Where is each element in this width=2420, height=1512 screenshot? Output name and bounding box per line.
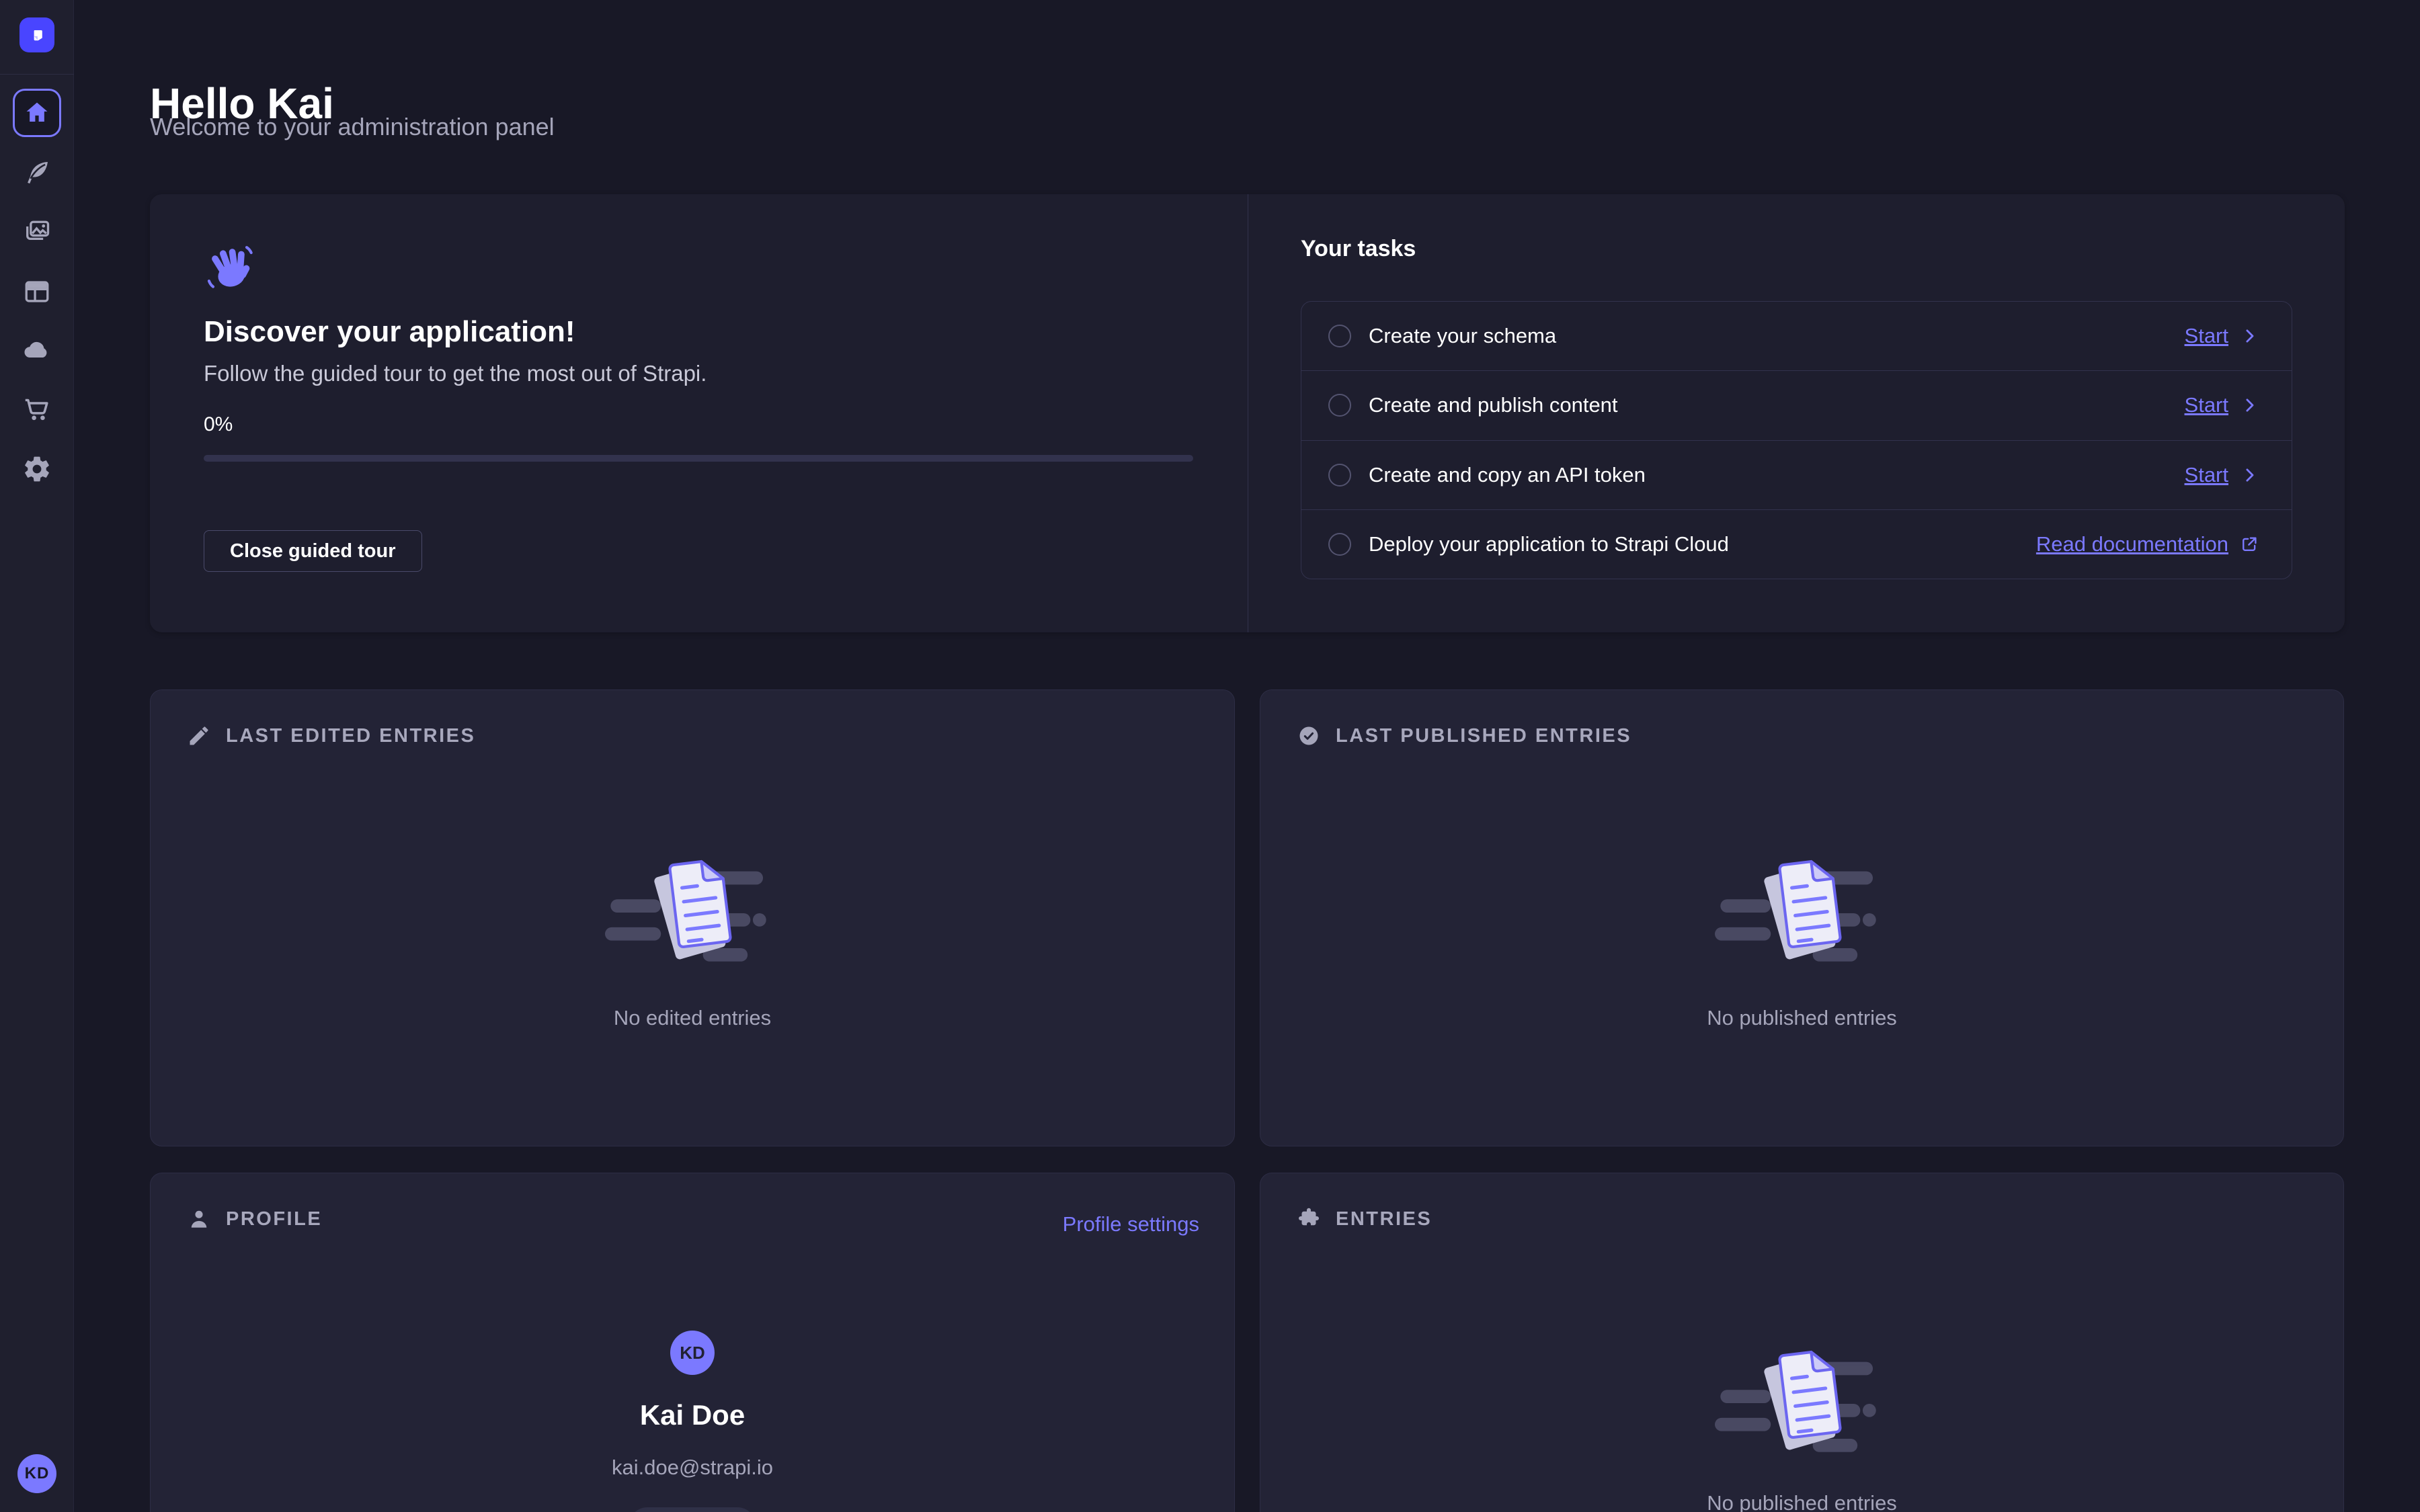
home-icon <box>23 99 51 127</box>
task-start-link[interactable]: Start <box>2185 463 2259 487</box>
profile-avatar: KD <box>670 1331 715 1375</box>
feather-icon <box>22 158 52 187</box>
empty-state-label: No published entries <box>1260 1491 2343 1512</box>
task-read-documentation-link[interactable]: Read documentation <box>2036 532 2259 556</box>
widget-title: LAST EDITED ENTRIES <box>226 725 475 747</box>
task-label: Deploy your application to Strapi Cloud <box>1369 532 2036 556</box>
guided-tour-subtitle: Follow the guided tour to get the most o… <box>204 361 707 386</box>
profile-role-badge <box>629 1507 756 1512</box>
check-circle-icon <box>1297 724 1321 748</box>
sidebar-item-cloud[interactable] <box>22 335 52 365</box>
widget-header: LAST EDITED ENTRIES <box>187 724 475 748</box>
task-action-label: Start <box>2185 463 2228 487</box>
user-avatar[interactable]: KD <box>17 1454 56 1493</box>
waving-hand-icon <box>204 241 256 294</box>
chevron-right-icon <box>2239 395 2259 415</box>
task-row-create-schema: Create your schema Start <box>1301 302 2292 370</box>
profile-settings-link[interactable]: Profile settings <box>1063 1212 1199 1236</box>
sidebar-item-media-library[interactable] <box>22 216 52 246</box>
cloud-icon <box>22 335 52 365</box>
external-link-icon <box>2239 534 2259 554</box>
task-row-publish-content: Create and publish content Start <box>1301 370 2292 439</box>
widget-title: ENTRIES <box>1336 1208 1432 1230</box>
task-row-api-token: Create and copy an API token Start <box>1301 440 2292 509</box>
empty-documents-illustration <box>1715 1337 1890 1470</box>
close-guided-tour-button[interactable]: Close guided tour <box>204 530 422 572</box>
task-row-deploy-cloud: Deploy your application to Strapi Cloud … <box>1301 509 2292 579</box>
images-icon <box>22 216 52 246</box>
profile-name: Kai Doe <box>151 1399 1234 1431</box>
empty-documents-illustration <box>605 846 780 979</box>
task-start-link[interactable]: Start <box>2185 324 2259 348</box>
task-status-circle <box>1328 394 1351 417</box>
page-subtitle: Welcome to your administration panel <box>150 113 555 141</box>
layout-icon <box>22 277 52 306</box>
task-action-label: Start <box>2185 393 2228 417</box>
sidebar-item-marketplace[interactable] <box>22 394 52 424</box>
guided-tour-progress-bar <box>204 455 1193 462</box>
widget-title: LAST PUBLISHED ENTRIES <box>1336 725 1631 747</box>
chevron-right-icon <box>2239 326 2259 346</box>
strapi-logo-icon <box>26 24 48 46</box>
cart-icon <box>22 394 52 424</box>
guided-tour-progress-label: 0% <box>204 413 233 436</box>
person-icon <box>187 1207 211 1231</box>
empty-state-label: No published entries <box>1260 1006 2343 1030</box>
empty-documents-illustration <box>1715 846 1890 979</box>
task-label: Create your schema <box>1369 324 2185 348</box>
tasks-title: Your tasks <box>1301 236 1416 262</box>
pencil-icon <box>187 724 211 748</box>
main-navigation-sidebar: KD <box>0 0 74 1512</box>
task-status-circle <box>1328 464 1351 487</box>
task-action-label: Read documentation <box>2036 532 2228 556</box>
widget-header: LAST PUBLISHED ENTRIES <box>1297 724 1631 748</box>
widget-header: ENTRIES <box>1297 1207 1432 1231</box>
chevron-right-icon <box>2239 465 2259 485</box>
last-published-entries-widget: LAST PUBLISHED ENTRIES No published entr… <box>1260 689 2344 1146</box>
sidebar-item-settings[interactable] <box>22 454 52 484</box>
puzzle-icon <box>1297 1207 1321 1231</box>
task-label: Create and copy an API token <box>1369 463 2185 487</box>
tasks-list: Create your schema Start Create and publ… <box>1301 301 2292 579</box>
task-start-link[interactable]: Start <box>2185 393 2259 417</box>
sidebar-item-content-type-builder[interactable] <box>22 277 52 306</box>
task-action-label: Start <box>2185 324 2228 348</box>
gear-icon <box>22 454 52 484</box>
task-status-circle <box>1328 533 1351 556</box>
sidebar-item-home[interactable] <box>13 89 61 137</box>
task-status-circle <box>1328 325 1351 347</box>
guided-tour-card: Discover your application! Follow the gu… <box>150 194 2345 632</box>
widget-header: PROFILE <box>187 1207 322 1231</box>
task-label: Create and publish content <box>1369 393 2185 417</box>
sidebar-divider <box>0 74 74 75</box>
guided-tour-title: Discover your application! <box>204 315 575 349</box>
empty-state-label: No edited entries <box>151 1006 1234 1030</box>
profile-widget: PROFILE Profile settings KD Kai Doe kai.… <box>150 1173 1235 1512</box>
strapi-admin-dashboard: KD Hello Kai Welcome to your administrat… <box>0 0 2420 1512</box>
last-edited-entries-widget: LAST EDITED ENTRIES No edited entries <box>150 689 1235 1146</box>
entries-widget: ENTRIES No published entries <box>1260 1173 2344 1512</box>
profile-email: kai.doe@strapi.io <box>151 1456 1234 1480</box>
widget-title: PROFILE <box>226 1208 322 1230</box>
strapi-logo[interactable] <box>19 17 54 52</box>
sidebar-item-content-manager[interactable] <box>22 158 52 187</box>
